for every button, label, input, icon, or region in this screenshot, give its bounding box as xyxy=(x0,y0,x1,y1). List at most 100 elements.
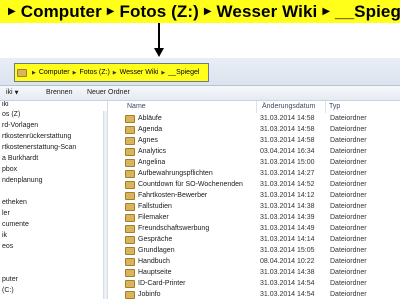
nav-item[interactable]: a Burkhardt xyxy=(2,155,38,162)
address-breadcrumb[interactable]: ▶ Computer ▶ Fotos (Z:) ▶ Wesser Wiki ▶ … xyxy=(14,63,209,82)
navigation-pane: iki os (Z) rd-Vorlagen rtkostenrückersta… xyxy=(0,101,108,299)
nav-item[interactable]: (C:) xyxy=(2,287,14,294)
nav-item[interactable]: iki xyxy=(2,101,9,108)
breadcrumb-spiegel[interactable]: __Spiegel xyxy=(335,2,400,22)
folder-icon xyxy=(125,148,135,156)
folder-icon xyxy=(125,291,135,299)
breadcrumb-wesser-wiki[interactable]: Wesser Wiki xyxy=(217,2,318,22)
file-name: ID-Card-Printer xyxy=(138,280,186,287)
address-segment-spiegel[interactable]: __Spiegel xyxy=(168,69,199,76)
file-name: Agenda xyxy=(138,126,163,133)
file-name: Analytics xyxy=(138,148,167,155)
folder-icon xyxy=(125,236,135,244)
file-name: Jobinfo xyxy=(138,291,161,298)
column-header-name[interactable]: Name xyxy=(127,103,146,110)
folder-icon xyxy=(125,192,135,200)
folder-icon xyxy=(125,214,135,222)
file-date: 31.03.2014 15:00 xyxy=(260,159,315,166)
nav-item[interactable]: puter xyxy=(2,276,18,283)
file-name: Grundlagen xyxy=(138,247,175,254)
breadcrumb-fotos[interactable]: Fotos (Z:) xyxy=(119,2,198,22)
file-date: 31.03.2014 14:14 xyxy=(260,236,315,243)
file-date: 31.03.2014 14:12 xyxy=(260,192,315,199)
nav-item[interactable]: rtkostenerstattung-Scan xyxy=(2,144,76,151)
file-date: 03.04.2014 16:34 xyxy=(260,148,315,155)
column-header-date[interactable]: Änderungsdatum xyxy=(262,103,315,110)
file-name: Aufbewahrungspflichten xyxy=(138,170,213,177)
file-type: Dateiordner xyxy=(330,225,367,232)
file-date: 31.03.2014 15:05 xyxy=(260,247,315,254)
explorer-window: ▶ Computer ▶ Fotos (Z:) ▶ Wesser Wiki ▶ … xyxy=(0,58,400,299)
file-type: Dateiordner xyxy=(330,137,367,144)
file-date: 31.03.2014 14:58 xyxy=(260,137,315,144)
column-separator xyxy=(256,101,257,113)
address-segment-computer[interactable]: Computer xyxy=(39,69,70,76)
nav-item[interactable]: rd-Vorlagen xyxy=(2,122,38,129)
file-type: Dateiordner xyxy=(330,236,367,243)
column-separator xyxy=(325,101,326,113)
chevron-right-icon: ▶ xyxy=(72,69,77,76)
file-type: Dateiordner xyxy=(330,291,367,298)
breadcrumb-computer[interactable]: Computer xyxy=(21,2,102,22)
file-date: 31.03.2014 14:49 xyxy=(260,225,315,232)
address-segment-fotos[interactable]: Fotos (Z:) xyxy=(79,69,109,76)
new-folder-button[interactable]: Neuer Ordner xyxy=(87,89,130,96)
organize-button[interactable]: iki ▼ xyxy=(6,89,18,96)
chevron-right-icon: ▶ xyxy=(203,6,212,17)
column-header-type[interactable]: Typ xyxy=(329,103,340,110)
folder-icon xyxy=(125,280,135,288)
folder-icon xyxy=(125,181,135,189)
nav-scrollbar[interactable] xyxy=(103,111,107,299)
chevron-right-icon: ▶ xyxy=(32,69,36,76)
file-name: Abläufe xyxy=(138,115,162,122)
file-name: Gespräche xyxy=(138,236,173,243)
file-name: Hauptseite xyxy=(138,269,172,276)
folder-icon xyxy=(125,170,135,178)
nav-item[interactable]: os (Z) xyxy=(2,111,20,118)
zoomed-breadcrumb-banner: ▶ Computer ▶ Fotos (Z:) ▶ Wesser Wiki ▶ … xyxy=(0,0,400,23)
nav-item[interactable]: cumente xyxy=(2,221,29,228)
nav-item[interactable]: ik xyxy=(2,232,7,239)
nav-item[interactable]: etheken xyxy=(2,199,27,206)
nav-item[interactable]: ndenplanung xyxy=(2,177,43,184)
file-type: Dateiordner xyxy=(330,170,367,177)
folder-icon xyxy=(125,247,135,255)
file-date: 31.03.2014 14:38 xyxy=(260,269,315,276)
file-type: Dateiordner xyxy=(330,159,367,166)
folder-icon xyxy=(125,137,135,145)
chevron-right-icon: ▶ xyxy=(112,69,117,76)
file-row[interactable]: Jobinfo 31.03.2014 14:54 Dateiordner xyxy=(109,289,400,299)
nav-item[interactable]: pbox xyxy=(2,166,17,173)
nav-item[interactable]: rtkostenrückerstattung xyxy=(2,133,71,140)
folder-icon xyxy=(125,203,135,211)
burn-button[interactable]: Brennen xyxy=(46,89,72,96)
chevron-right-icon: ▶ xyxy=(322,6,331,17)
arrow-down-icon xyxy=(154,48,164,57)
address-bar: ▶ Computer ▶ Fotos (Z:) ▶ Wesser Wiki ▶ … xyxy=(0,58,400,86)
file-name: Handbuch xyxy=(138,258,170,265)
file-type: Dateiordner xyxy=(330,258,367,265)
address-segment-wesser-wiki[interactable]: Wesser Wiki xyxy=(120,69,159,76)
chevron-right-icon: ▶ xyxy=(106,6,115,17)
file-type: Dateiordner xyxy=(330,126,367,133)
file-name: Countdown für SO-Wochenenden xyxy=(138,181,243,188)
file-type: Dateiordner xyxy=(330,269,367,276)
folder-icon xyxy=(125,258,135,266)
chevron-right-icon: ▶ xyxy=(161,69,166,76)
callout-arrow-line xyxy=(158,23,160,49)
nav-item[interactable]: eos xyxy=(2,243,13,250)
file-date: 08.04.2014 10:22 xyxy=(260,258,315,265)
command-bar: iki ▼ Brennen Neuer Ordner xyxy=(0,86,400,101)
file-type: Dateiordner xyxy=(330,148,367,155)
file-date: 31.03.2014 14:27 xyxy=(260,170,315,177)
file-date: 31.03.2014 14:58 xyxy=(260,126,315,133)
nav-item[interactable]: ler xyxy=(2,210,10,217)
file-type: Dateiordner xyxy=(330,280,367,287)
caret-down-icon: ▼ xyxy=(14,90,19,96)
file-name: Freundschaftswerbung xyxy=(138,225,210,232)
file-type: Dateiordner xyxy=(330,192,367,199)
folder-icon xyxy=(125,159,135,167)
file-date: 31.03.2014 14:54 xyxy=(260,291,315,298)
file-date: 31.03.2014 14:52 xyxy=(260,181,315,188)
file-date: 31.03.2014 14:39 xyxy=(260,214,315,221)
